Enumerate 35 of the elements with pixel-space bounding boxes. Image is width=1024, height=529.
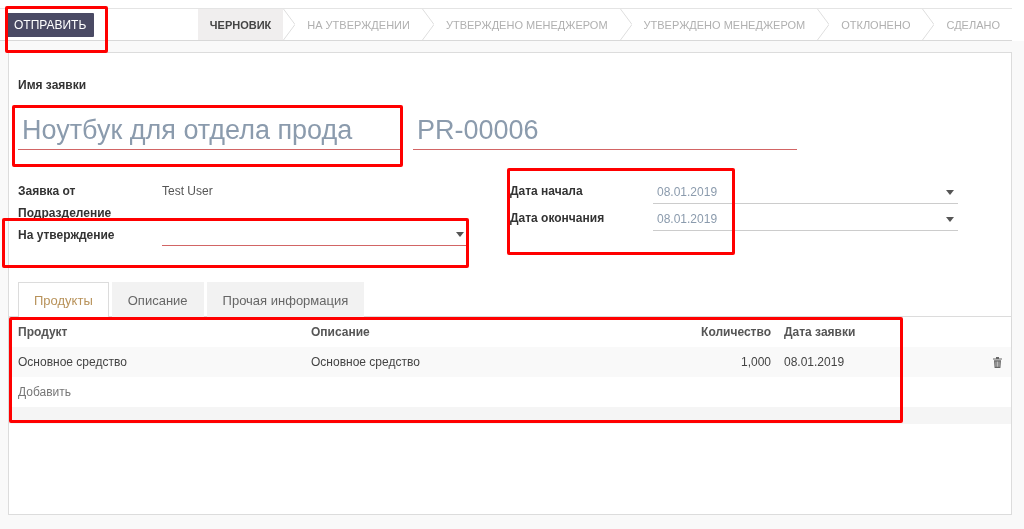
field-label: Подразделение (18, 206, 113, 220)
status-stage[interactable]: ЧЕРНОВИК (197, 9, 284, 40)
field-label: Имя заявки (18, 77, 87, 93)
table-cell-text: 1,000 (739, 355, 771, 369)
add-line-link[interactable]: Добавить (18, 385, 72, 399)
status-stage[interactable]: ОТКЛОНЕНО (829, 9, 923, 40)
table-cell-text: 08.01.2019 (783, 355, 846, 369)
column-header: Продукт (18, 325, 69, 339)
field-label: Заявка от (18, 184, 77, 198)
status-stage[interactable]: НА УТВЕРЖДЕНИИ (295, 9, 422, 40)
field-value: Test User (162, 184, 213, 198)
field-label: Дата начала (510, 183, 584, 198)
table-cell-text: Основное средство (311, 355, 421, 369)
tab[interactable]: Продукты (18, 282, 109, 318)
caret-icon (946, 189, 954, 195)
submit-button[interactable]: ОТПРАВИТЬ (6, 12, 95, 37)
tab[interactable]: Прочая информация (206, 282, 365, 317)
status-stage[interactable]: УТВЕРЖДЕНО МЕНЕДЖЕРОМ (433, 9, 620, 40)
title-input[interactable]: Ноутбук для отдела прода (18, 112, 400, 150)
field-label: На утверждение (18, 228, 116, 242)
caret-icon (946, 216, 954, 222)
date-field[interactable]: 08.01.2019 (653, 204, 958, 231)
status-stage[interactable]: УТВЕРЖДЕНО МЕНЕДЖЕРОМ (631, 9, 818, 40)
tab[interactable]: Описание (111, 282, 204, 317)
date-field[interactable]: 08.01.2019 (653, 177, 958, 204)
trash-icon[interactable] (992, 356, 1002, 368)
column-header: Дата заявки (783, 325, 857, 339)
column-header: Количество (700, 325, 771, 339)
table-row[interactable]: Основное средство Основное средство 1,000 08.01.2019 (9, 347, 1011, 377)
caret-icon (456, 232, 464, 237)
code-input[interactable]: PR-00006 (413, 112, 797, 150)
column-header: Описание (311, 325, 371, 339)
table-cell-text: Основное средство (18, 355, 128, 369)
field-label: Дата окончания (510, 210, 606, 225)
status-stage[interactable]: СДЕЛАНО (934, 9, 1012, 40)
